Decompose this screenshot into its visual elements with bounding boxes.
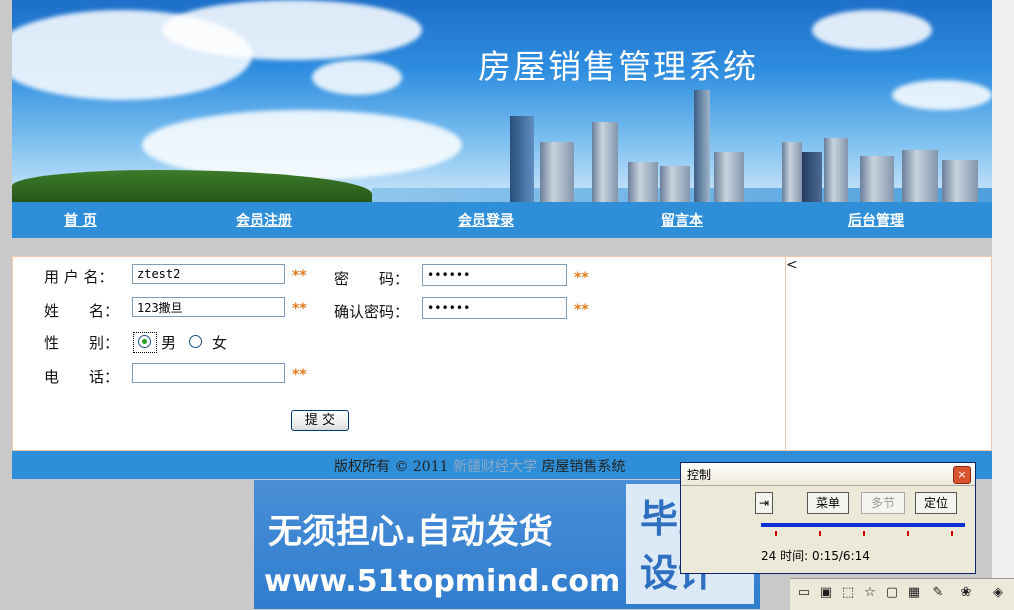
control-title: 控制 — [687, 468, 712, 482]
username-input[interactable] — [132, 264, 285, 284]
copyright-prefix: 版权所有 © 2011 — [334, 459, 449, 475]
gender-female-radio[interactable] — [189, 335, 202, 348]
username-label: 用 户 名： — [44, 268, 114, 286]
banner: 房屋销售管理系统 — [12, 0, 992, 202]
pen-icon[interactable]: ✎ — [930, 585, 946, 601]
window-edge — [992, 0, 1014, 609]
gender-male-label: 男 — [161, 334, 177, 352]
control-window: 控制 × ⇥ 菜单 多节 定位 24 时间: 0:15/6:14 — [680, 462, 976, 574]
phone-label: 电 话： — [44, 368, 120, 386]
name-required: ** — [292, 301, 307, 317]
confirm-password-label: 确认密码： — [334, 303, 410, 321]
gender-label: 性 别： — [44, 334, 120, 352]
progress-bar[interactable] — [761, 523, 965, 527]
region-select-icon[interactable]: ⬚ — [840, 585, 856, 601]
screen-icon[interactable]: ▦ — [906, 585, 922, 601]
password-input[interactable] — [422, 264, 567, 286]
password-required: ** — [574, 270, 589, 286]
multi-section-button[interactable]: 多节 — [861, 492, 905, 514]
nav-admin[interactable]: 后台管理 — [848, 210, 904, 230]
fixed-region-icon[interactable]: ▢ — [884, 585, 900, 601]
main-nav: 首 页 会员注册 会员登录 留言本 后台管理 — [12, 202, 992, 238]
gender-female-label: 女 — [212, 334, 228, 352]
university-name: 新疆财经大学 — [452, 459, 537, 475]
page: 房屋销售管理系统 首 页 会员注册 会员登录 留言本 后台管理 < 版权所有 ©… — [12, 0, 992, 479]
nav-register[interactable]: 会员注册 — [236, 210, 292, 230]
submit-button[interactable]: 提 交 — [291, 410, 349, 431]
locate-button[interactable]: 定位 — [915, 492, 957, 514]
ad-url: www.51topmind.com — [264, 564, 621, 599]
password-label: 密 码： — [334, 270, 410, 288]
ad-main-text: 无须担心.自动发货 — [268, 512, 553, 552]
close-icon[interactable]: × — [953, 466, 971, 484]
window-frame-icon[interactable]: ▣ — [818, 585, 834, 601]
menu-button[interactable]: 菜单 — [807, 492, 849, 514]
skip-icon[interactable]: ⇥ — [755, 492, 773, 514]
palette-icon[interactable]: ❀ — [958, 585, 974, 601]
name-input[interactable] — [132, 297, 285, 317]
side-panel-glyph: < — [786, 257, 798, 273]
copyright: 版权所有 © 2011 新疆财经大学 房屋销售系统 — [334, 456, 625, 476]
copyright-suffix: 房屋销售系统 — [541, 459, 626, 475]
output-icon[interactable]: ◈ — [990, 585, 1006, 601]
nav-home[interactable]: 首 页 — [64, 210, 97, 230]
phone-required: ** — [292, 367, 307, 383]
username-required: ** — [292, 268, 307, 284]
playback-time: 24 时间: 0:15/6:14 — [761, 549, 870, 563]
freehand-icon[interactable]: ☆ — [862, 585, 878, 601]
window-icon[interactable]: ▭ — [796, 585, 812, 601]
control-titlebar[interactable]: 控制 × — [681, 463, 975, 486]
name-label: 姓 名： — [44, 302, 120, 320]
confirm-password-required: ** — [574, 302, 589, 318]
capture-toolbar: ▭ ▣ ⬚ ☆ ▢ ▦ ✎ ❀ ◈ — [790, 578, 1014, 610]
site-title: 房屋销售管理系统 — [478, 47, 758, 86]
nav-login[interactable]: 会员登录 — [458, 210, 514, 230]
phone-input[interactable] — [132, 363, 285, 383]
gender-male-radio[interactable] — [138, 335, 151, 348]
confirm-password-input[interactable] — [422, 297, 567, 319]
nav-guestbook[interactable]: 留言本 — [661, 210, 703, 230]
